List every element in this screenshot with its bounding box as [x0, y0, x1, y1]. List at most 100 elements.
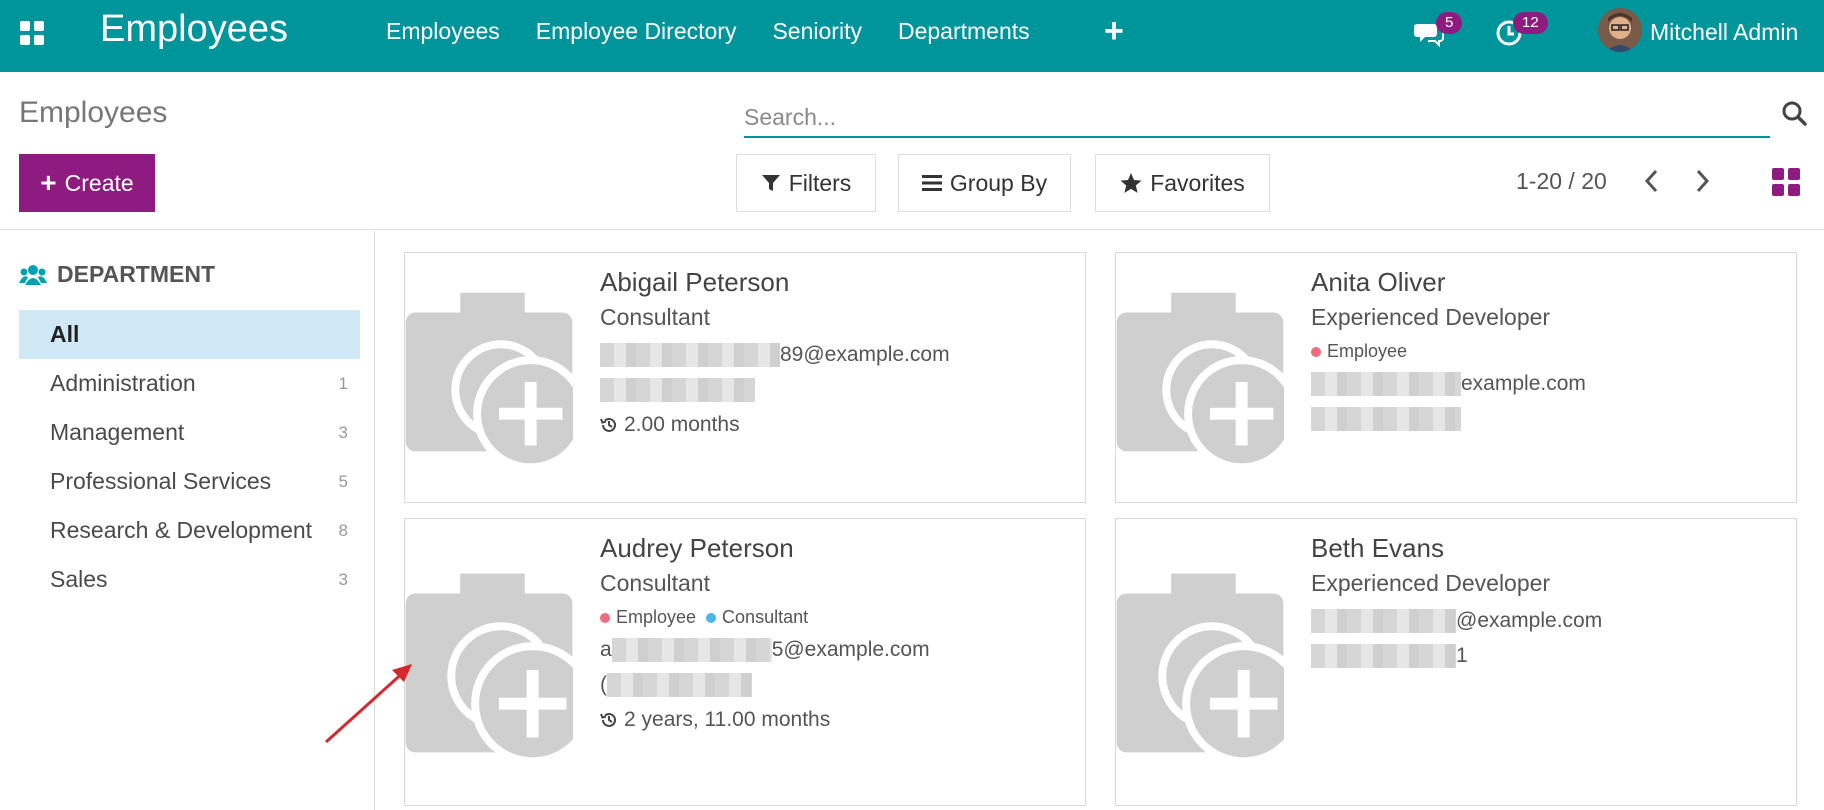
employee-card[interactable]: Anita Oliver Experienced Developer Emplo… — [1115, 252, 1797, 503]
employee-name[interactable]: Anita Oliver — [1311, 267, 1786, 298]
breadcrumb: Employees — [19, 96, 168, 129]
employee-email: example.com — [1311, 370, 1786, 397]
employee-tags: Employee — [1311, 341, 1786, 362]
favorites-label: Favorites — [1150, 169, 1245, 196]
email-visible-part: 89@example.com — [780, 342, 950, 366]
create-button[interactable]: + Create — [19, 154, 155, 212]
app-title[interactable]: Employees — [100, 8, 288, 51]
activity-count-badge: 12 — [1513, 12, 1548, 34]
redacted-text — [607, 672, 752, 697]
sidebar-item-count: 8 — [338, 520, 348, 540]
sidebar-item-sales[interactable]: Sales 3 — [19, 555, 360, 604]
card-info: Audrey Peterson Consultant Employee Cons… — [600, 533, 1075, 741]
tag-employee: Employee — [1311, 341, 1407, 362]
employee-seniority: 2.00 months — [600, 411, 1075, 438]
redacted-text — [1311, 371, 1461, 396]
email-visible-part: @example.com — [1456, 608, 1603, 632]
seniority-value: 2 years, 11.00 months — [624, 707, 831, 731]
department-list: All Administration 1 Management 3 Profes… — [19, 310, 360, 604]
chevron-left-icon[interactable] — [1640, 164, 1662, 198]
chat-count-badge: 5 — [1436, 12, 1463, 34]
bars-icon — [921, 175, 942, 191]
phone-prefix: ( — [600, 672, 607, 696]
tag-employee: Employee — [600, 607, 696, 628]
redacted-text — [600, 342, 780, 367]
menu-employee-directory[interactable]: Employee Directory — [536, 18, 737, 45]
employee-email: 89@example.com — [600, 341, 1075, 368]
kanban-view-icon[interactable] — [1772, 168, 1800, 196]
apps-menu-icon[interactable] — [20, 21, 44, 45]
card-info: Anita Oliver Experienced Developer Emplo… — [1311, 267, 1786, 440]
sidebar-item-research-development[interactable]: Research & Development 8 — [19, 506, 360, 555]
sidebar-item-all[interactable]: All — [19, 310, 360, 359]
email-visible-part: 5@example.com — [771, 637, 930, 661]
card-info: Beth Evans Experienced Developer @exampl… — [1311, 533, 1786, 677]
sidebar-item-administration[interactable]: Administration 1 — [19, 359, 360, 408]
star-icon — [1120, 173, 1142, 193]
employee-seniority: 2 years, 11.00 months — [600, 706, 1075, 733]
employee-job: Consultant — [600, 304, 710, 330]
employee-name[interactable]: Abigail Peterson — [600, 267, 1075, 298]
sidebar-item-count: 1 — [338, 373, 348, 393]
sidebar-item-label: Professional Services — [50, 468, 272, 494]
sidebar-item-management[interactable]: Management 3 — [19, 408, 360, 457]
pager-value[interactable]: 1-20 / 20 — [1516, 168, 1607, 195]
history-icon — [600, 417, 616, 432]
main-menu: Employees Employee Directory Seniority D… — [386, 18, 1030, 45]
employee-job: Consultant — [600, 570, 710, 596]
chevron-right-icon[interactable] — [1692, 164, 1714, 198]
email-visible-part: example.com — [1461, 371, 1586, 395]
email-prefix: a — [600, 637, 612, 661]
seniority-value: 2.00 months — [624, 412, 740, 436]
employee-email: @example.com — [1311, 607, 1786, 634]
user-name[interactable]: Mitchell Admin — [1650, 19, 1798, 46]
employee-phone — [600, 376, 1075, 403]
redacted-text — [600, 377, 755, 402]
filter-icon — [761, 175, 780, 191]
phone-suffix: 1 — [1456, 643, 1468, 667]
employee-phone: ( — [600, 671, 1075, 698]
filters-button[interactable]: Filters — [736, 154, 876, 212]
tag-label: Employee — [1327, 341, 1408, 361]
add-menu-plus-icon[interactable]: + — [1104, 12, 1124, 51]
search-icon[interactable] — [1781, 100, 1807, 126]
filters-label: Filters — [788, 169, 852, 196]
sidebar-item-count: 3 — [338, 569, 348, 589]
create-label: Create — [64, 169, 134, 196]
redacted-text — [1311, 643, 1456, 668]
sidebar-item-label: All — [50, 321, 80, 347]
group-by-button[interactable]: Group By — [898, 154, 1071, 212]
sidebar-item-professional-services[interactable]: Professional Services 5 — [19, 457, 360, 506]
sidebar-item-label: Management — [50, 419, 185, 445]
employee-card[interactable]: Beth Evans Experienced Developer @exampl… — [1115, 518, 1797, 806]
search-input[interactable] — [744, 98, 1770, 136]
employee-name[interactable]: Beth Evans — [1311, 533, 1786, 564]
camera-placeholder-icon — [405, 292, 573, 472]
camera-placeholder-icon — [1116, 573, 1284, 766]
sidebar-item-label: Administration — [50, 370, 196, 396]
favorites-button[interactable]: Favorites — [1095, 154, 1270, 212]
sidebar-header-label: DEPARTMENT — [57, 261, 216, 287]
user-avatar[interactable] — [1598, 8, 1642, 52]
group-by-label: Group By — [949, 169, 1048, 196]
employee-name[interactable]: Audrey Peterson — [600, 533, 1075, 564]
employee-card[interactable]: Abigail Peterson Consultant 89@example.c… — [404, 252, 1086, 503]
plus-icon: + — [40, 167, 57, 198]
employee-job: Experienced Developer — [1311, 570, 1551, 596]
search-bar — [744, 98, 1770, 138]
tag-consultant: Consultant — [706, 607, 808, 628]
camera-placeholder-icon — [1116, 292, 1284, 472]
department-sidebar: DEPARTMENT All Administration 1 Manageme… — [0, 231, 375, 810]
users-icon — [19, 264, 47, 285]
menu-seniority[interactable]: Seniority — [772, 18, 861, 45]
sidebar-item-label: Sales — [50, 566, 108, 592]
history-icon — [600, 712, 616, 727]
menu-employees[interactable]: Employees — [386, 18, 500, 45]
sidebar-header: DEPARTMENT — [19, 261, 215, 288]
menu-departments[interactable]: Departments — [898, 18, 1030, 45]
employee-phone: 1 — [1311, 642, 1786, 669]
employee-card[interactable]: Audrey Peterson Consultant Employee Cons… — [404, 518, 1086, 806]
employee-phone — [1311, 405, 1786, 432]
sidebar-item-count: 5 — [338, 471, 348, 491]
control-panel: Employees + Create Filters Group By Favo… — [0, 72, 1824, 230]
